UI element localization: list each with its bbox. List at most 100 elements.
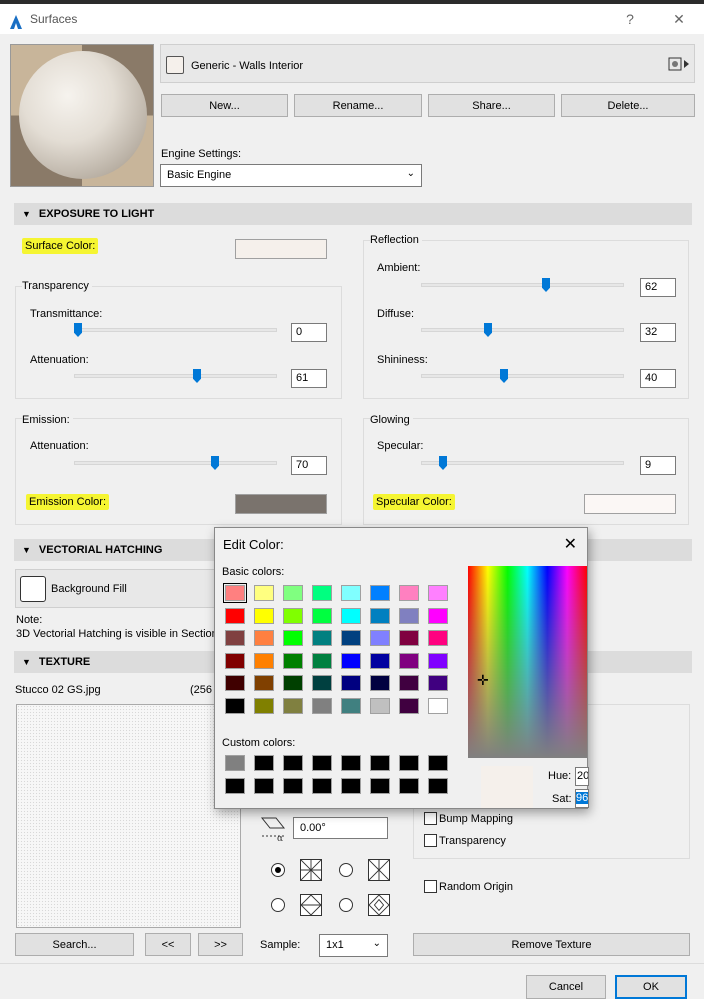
basic-color-swatch[interactable] [341, 697, 361, 714]
custom-color-swatch[interactable] [312, 755, 332, 771]
help-button[interactable]: ? [620, 11, 640, 27]
basic-color-swatch[interactable] [254, 585, 274, 601]
texture-angle-input[interactable]: 0.00° [293, 817, 388, 839]
basic-color-swatch[interactable] [283, 585, 303, 601]
basic-color-swatch[interactable] [370, 630, 390, 646]
basic-color-swatch[interactable] [428, 652, 448, 669]
ambient-input[interactable]: 62 [640, 278, 676, 297]
basic-color-swatch[interactable] [370, 697, 390, 714]
basic-color-swatch[interactable] [312, 675, 332, 691]
custom-color-swatch[interactable] [428, 755, 448, 771]
custom-color-swatch[interactable] [283, 778, 303, 794]
basic-color-swatch[interactable] [312, 585, 332, 601]
sample-select[interactable]: 1x1 ⌄ [319, 934, 388, 957]
specular-slider-track[interactable] [421, 461, 624, 465]
custom-color-swatch[interactable] [370, 778, 390, 794]
transparency-attenuation-track[interactable] [74, 374, 277, 378]
custom-color-swatch[interactable] [312, 778, 332, 794]
basic-color-swatch[interactable] [428, 607, 448, 624]
diffuse-input[interactable]: 32 [640, 323, 676, 342]
emission-attenuation-track[interactable] [74, 461, 277, 465]
custom-color-swatch[interactable] [254, 755, 274, 771]
custom-color-swatch[interactable] [428, 778, 448, 794]
basic-color-swatch[interactable] [312, 607, 332, 624]
basic-color-swatch[interactable] [283, 607, 303, 624]
diffuse-slider-track[interactable] [421, 328, 624, 332]
basic-color-swatch[interactable] [399, 675, 419, 691]
rename-button[interactable]: Rename... [294, 94, 422, 117]
surface-color-swatch[interactable] [235, 239, 327, 259]
custom-color-swatch[interactable] [341, 778, 361, 794]
material-picker-icon[interactable] [668, 57, 690, 71]
basic-color-swatch[interactable] [283, 697, 303, 714]
specular-color-swatch[interactable] [584, 494, 676, 514]
basic-color-swatch[interactable] [370, 585, 390, 601]
basic-color-swatch[interactable] [312, 652, 332, 669]
material-selector[interactable]: Generic - Walls Interior [160, 44, 695, 83]
bump-mapping-checkbox[interactable] [424, 812, 437, 825]
basic-color-swatch[interactable] [428, 675, 448, 691]
basic-color-swatch[interactable] [399, 697, 419, 714]
basic-color-swatch[interactable] [223, 583, 247, 603]
ambient-slider-track[interactable] [421, 283, 624, 287]
basic-color-swatch[interactable] [254, 697, 274, 714]
basic-color-swatch[interactable] [399, 652, 419, 669]
custom-color-swatch[interactable] [399, 778, 419, 794]
basic-color-swatch[interactable] [341, 675, 361, 691]
custom-color-swatch[interactable] [254, 778, 274, 794]
basic-color-swatch[interactable] [225, 697, 245, 714]
delete-button[interactable]: Delete... [561, 94, 695, 117]
transmittance-input[interactable]: 0 [291, 323, 327, 342]
new-button[interactable]: New... [161, 94, 288, 117]
basic-color-swatch[interactable] [341, 652, 361, 669]
hue-input[interactable]: 20 [575, 767, 589, 786]
color-spectrum[interactable]: ✛ [468, 566, 587, 758]
emission-color-swatch[interactable] [235, 494, 327, 514]
sat-input[interactable]: 96 [575, 789, 589, 808]
random-origin-checkbox[interactable] [424, 880, 437, 893]
background-fill-selector[interactable]: Background Fill [15, 569, 215, 608]
custom-color-swatch[interactable] [283, 755, 303, 771]
basic-color-swatch[interactable] [283, 675, 303, 691]
basic-color-swatch[interactable] [428, 585, 448, 601]
basic-color-swatch[interactable] [341, 630, 361, 646]
basic-color-swatch[interactable] [370, 675, 390, 691]
transparency-checkbox[interactable] [424, 834, 437, 847]
search-texture-button[interactable]: Search... [15, 933, 134, 956]
basic-color-swatch[interactable] [399, 630, 419, 646]
custom-color-swatch[interactable] [370, 755, 390, 771]
emission-attenuation-input[interactable]: 70 [291, 456, 327, 475]
basic-color-swatch[interactable] [225, 630, 245, 646]
basic-color-swatch[interactable] [428, 697, 448, 714]
close-window-button[interactable]: ✕ [669, 11, 689, 28]
next-texture-button[interactable]: >> [198, 933, 243, 956]
transparency-attenuation-input[interactable]: 61 [291, 369, 327, 388]
mirror-option-3-radio[interactable] [271, 898, 285, 912]
close-icon[interactable]: ✕ [564, 534, 577, 554]
specular-input[interactable]: 9 [640, 456, 676, 475]
basic-color-swatch[interactable] [370, 652, 390, 669]
basic-color-swatch[interactable] [225, 607, 245, 624]
basic-color-swatch[interactable] [254, 652, 274, 669]
basic-color-swatch[interactable] [370, 607, 390, 624]
basic-color-swatch[interactable] [399, 607, 419, 624]
basic-color-swatch[interactable] [312, 630, 332, 646]
previous-texture-button[interactable]: << [145, 933, 191, 956]
mirror-option-4-radio[interactable] [339, 898, 353, 912]
basic-color-swatch[interactable] [225, 652, 245, 669]
shininess-slider-track[interactable] [421, 374, 624, 378]
basic-color-swatch[interactable] [399, 585, 419, 601]
custom-color-swatch[interactable] [341, 755, 361, 771]
mirror-option-1-radio[interactable] [271, 863, 285, 877]
basic-color-swatch[interactable] [428, 630, 448, 646]
basic-color-swatch[interactable] [341, 585, 361, 601]
basic-color-swatch[interactable] [225, 675, 245, 691]
remove-texture-button[interactable]: Remove Texture [413, 933, 690, 956]
section-exposure-to-light[interactable]: ▼ EXPOSURE TO LIGHT [14, 203, 692, 225]
basic-color-swatch[interactable] [254, 675, 274, 691]
mirror-option-2-radio[interactable] [339, 863, 353, 877]
cancel-button[interactable]: Cancel [526, 975, 606, 999]
custom-color-swatch[interactable] [399, 755, 419, 771]
basic-color-swatch[interactable] [254, 607, 274, 624]
ok-button[interactable]: OK [615, 975, 687, 999]
